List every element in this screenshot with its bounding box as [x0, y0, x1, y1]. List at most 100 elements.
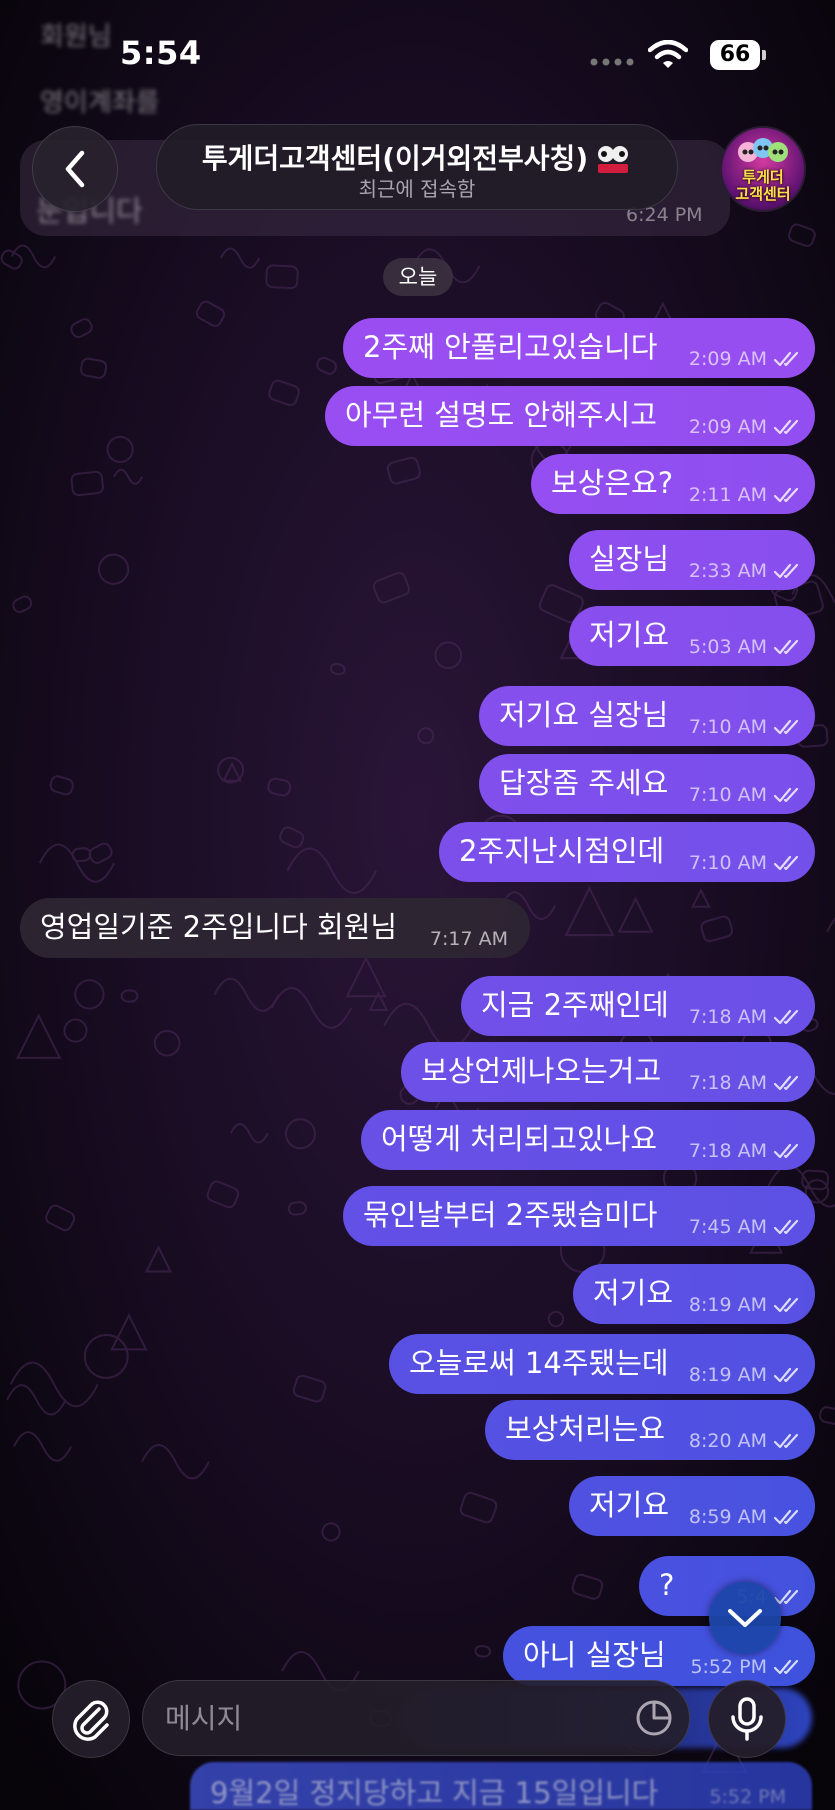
- message-meta: 7:18 AM: [689, 1140, 801, 1162]
- double-check-icon: [773, 1009, 799, 1025]
- message-meta: 7:45 AM: [689, 1216, 801, 1238]
- outgoing-message-bubble[interactable]: 오늘로써 14주됐는데 8:19 AM: [389, 1334, 815, 1394]
- outgoing-message-bubble[interactable]: 보상은요? 2:11 AM: [531, 454, 815, 514]
- status-bar: 5:54 66: [0, 0, 835, 110]
- doodle-shape: [700, 915, 734, 943]
- partial-message-bubble: 9월2일 정지당하고 지금 15일입니다 5:52 PM: [190, 1762, 812, 1810]
- outgoing-message-bubble[interactable]: 어떻게 처리되고있나요 7:18 AM: [361, 1110, 815, 1170]
- doodle-shape: [217, 756, 245, 784]
- message-meta: 5:03 AM: [689, 636, 801, 658]
- doodle-shape: [106, 435, 134, 464]
- chat-title-text: 투게더고객센터(이거외전부사칭): [201, 142, 589, 175]
- message-time: 5:52 PM: [690, 1656, 767, 1678]
- message-time: 2:09 AM: [688, 348, 767, 370]
- doodle-shape: [345, 956, 387, 998]
- outgoing-message-bubble[interactable]: 지금 2주째인데 7:18 AM: [461, 976, 815, 1036]
- double-check-icon: [773, 787, 799, 803]
- doodle-shape: [265, 264, 299, 290]
- double-check-icon: [773, 1297, 799, 1313]
- message-meta: 7:10 AM: [689, 784, 801, 806]
- doodle-shape: [287, 1201, 307, 1216]
- sticker-icon[interactable]: [634, 1698, 674, 1738]
- outgoing-message-bubble[interactable]: 아무런 설명도 안해주시고 2:09 AM: [325, 386, 815, 446]
- back-button[interactable]: [32, 126, 118, 212]
- message-meta: 7:18 AM: [689, 1072, 801, 1094]
- message-text: 2주지난시점인데: [459, 834, 665, 868]
- outgoing-message-bubble[interactable]: 저기요 8:59 AM: [569, 1476, 815, 1536]
- message-time: 2:33 AM: [688, 560, 767, 582]
- outgoing-message-bubble[interactable]: 2주째 안풀리고있습니다 2:09 AM: [343, 318, 815, 378]
- chevron-left-icon: [65, 150, 85, 188]
- message-meta: 7:10 AM: [689, 716, 801, 738]
- outgoing-message-bubble[interactable]: 보상처리는요 8:20 AM: [485, 1400, 815, 1460]
- doodle-shape: [321, 1522, 341, 1542]
- doodle-shape: [222, 761, 242, 782]
- partial-message-time: 5:52 PM: [709, 1786, 786, 1808]
- outgoing-message-bubble[interactable]: 저기요 실장님 7:10 AM: [479, 686, 815, 746]
- doodle-shape: [97, 553, 130, 585]
- outgoing-message-bubble[interactable]: 2주지난시점인데 7:10 AM: [439, 822, 815, 882]
- message-text: 영업일기준 2주입니다 회원님: [40, 910, 398, 944]
- message-meta: 5:52 PM: [690, 1656, 801, 1678]
- outgoing-message-bubble[interactable]: 저기요 5:03 AM: [569, 606, 815, 666]
- doodle-shape: [386, 456, 421, 485]
- doodle-shape: [286, 847, 378, 894]
- doodle-shape: [141, 1444, 210, 1480]
- battery-indicator: 66: [710, 40, 760, 70]
- chat-title-pill[interactable]: 투게더고객센터(이거외전부사칭) 최근에 접속함: [156, 124, 678, 210]
- outgoing-message-bubble[interactable]: 저기요 8:19 AM: [573, 1264, 815, 1324]
- message-time: 7:10 AM: [688, 784, 767, 806]
- doodle-shape: [826, 917, 835, 933]
- message-text: 저기요: [593, 1276, 674, 1310]
- message-meta: 8:19 AM: [689, 1294, 801, 1316]
- message-time: 5:03 AM: [688, 636, 767, 658]
- attach-button[interactable]: [52, 1680, 130, 1758]
- message-meta: 7:17 AM: [430, 928, 508, 950]
- double-check-icon: [773, 719, 799, 735]
- message-text: 보상처리는요: [505, 1412, 666, 1446]
- double-check-icon: [773, 351, 799, 367]
- double-check-icon: [773, 563, 799, 579]
- double-check-icon: [773, 639, 799, 655]
- message-text: 답장좀 주세요: [499, 766, 669, 800]
- doodle-shape: [0, 249, 23, 270]
- outgoing-message-bubble[interactable]: 실장님 2:33 AM: [569, 530, 815, 590]
- chat-avatar[interactable]: 투게더 고객센터: [720, 126, 806, 212]
- doodle-shape: [83, 1333, 129, 1379]
- doodle-shape: [153, 1029, 181, 1057]
- double-check-icon: [773, 1367, 799, 1383]
- doodle-shape: [316, 356, 337, 375]
- microphone-icon: [731, 1697, 763, 1741]
- message-text: ?: [659, 1568, 675, 1602]
- message-input[interactable]: [142, 1680, 690, 1756]
- message-meta: 8:59 AM: [689, 1506, 801, 1528]
- doodle-shape: [292, 1374, 327, 1403]
- outgoing-message-bubble[interactable]: 묶인날부터 2주됐습미다 7:45 AM: [343, 1186, 815, 1246]
- message-meta: 8:20 AM: [689, 1430, 801, 1452]
- outgoing-message-bubble[interactable]: 답장좀 주세요 7:10 AM: [479, 754, 815, 814]
- doodle-shape: [49, 775, 74, 796]
- doodle-shape: [571, 1573, 604, 1600]
- message-time: 8:20 AM: [688, 1430, 767, 1452]
- doodle-shape: [474, 1644, 492, 1658]
- outgoing-message-bubble[interactable]: 보상언제나오는거고 7:18 AM: [401, 1042, 815, 1102]
- doodle-shape: [195, 300, 226, 327]
- chat-last-seen: 최근에 접속함: [358, 177, 476, 201]
- custom-emoji-icon: [598, 146, 629, 173]
- double-check-icon: [773, 1219, 799, 1235]
- doodle-shape: [434, 641, 463, 670]
- doodle-shape: [788, 223, 816, 247]
- doodle-shape: [88, 842, 113, 864]
- incoming-message-bubble[interactable]: 영업일기준 2주입니다 회원님 7:17 AM: [20, 898, 530, 958]
- doodle-shape: [80, 357, 108, 379]
- message-text: 아무런 설명도 안해주시고: [345, 398, 657, 432]
- scroll-to-bottom-button[interactable]: [709, 1582, 781, 1654]
- double-check-icon: [773, 1433, 799, 1449]
- doodle-shape: [372, 571, 410, 604]
- message-time: 7:10 AM: [688, 852, 767, 874]
- message-meta: 7:10 AM: [689, 852, 801, 874]
- message-time: 8:19 AM: [688, 1364, 767, 1386]
- message-meta: 2:33 AM: [689, 560, 801, 582]
- doodle-shape: [279, 826, 305, 849]
- microphone-button[interactable]: [708, 1680, 786, 1758]
